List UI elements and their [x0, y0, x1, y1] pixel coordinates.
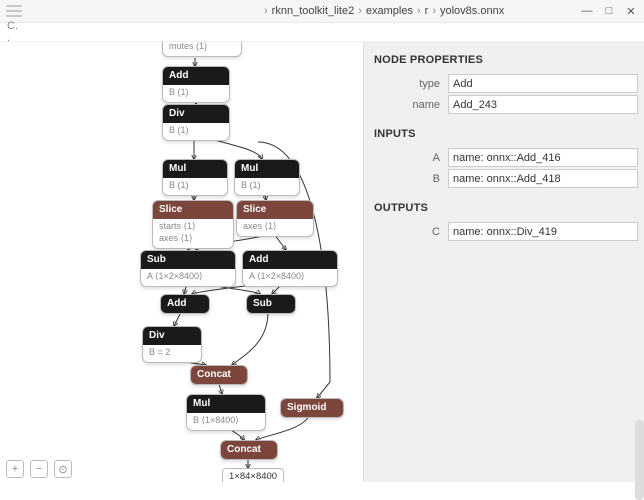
graph-node-div[interactable]: DivB = 2 [142, 326, 202, 363]
graph-node-mul[interactable]: MulB (1) [234, 159, 300, 196]
graph-pane[interactable]: mutes (1)AddB (1)DivB (1)MulB (1)MulB (1… [0, 42, 363, 482]
graph-node-sub[interactable]: SubA ⟨1×2×8400⟩ [140, 250, 236, 287]
output-c-field[interactable] [448, 222, 638, 241]
maximize-button[interactable]: □ [602, 4, 616, 18]
node-detail: B (1) [163, 85, 229, 102]
node-detail: B (1) [163, 123, 229, 140]
section-node-properties: NODE PROPERTIES [364, 50, 644, 72]
input-a-field[interactable] [448, 148, 638, 167]
graph-node-mul[interactable]: MulB (1) [162, 159, 228, 196]
input-slot-label: A [364, 152, 448, 164]
node-title: Sub [141, 251, 235, 269]
chevron-right-icon: › [432, 5, 436, 17]
graph-node-sub[interactable]: Sub [246, 294, 296, 314]
node-title: Sigmoid [281, 399, 343, 417]
zoom-in-button[interactable]: + [6, 460, 24, 478]
title-bar: › rknn_toolkit_lite2 › examples › r › yo… [0, 0, 644, 23]
graph-node-slice[interactable]: Sliceaxes ⟨1⟩ [236, 200, 314, 237]
breadcrumb: › rknn_toolkit_lite2 › examples › r › yo… [260, 5, 572, 17]
output-slot-label: C [364, 226, 448, 238]
properties-panel: NODE PROPERTIES type name INPUTS A B OUT… [363, 42, 644, 482]
zoom-toolbar: + − ⊙ [6, 460, 78, 478]
node-title: Add [163, 67, 229, 85]
fit-button[interactable]: ⊙ [54, 460, 72, 478]
hamburger-icon[interactable] [6, 5, 22, 17]
input-b-field[interactable] [448, 169, 638, 188]
node-detail: B ⟨1×8400⟩ [187, 413, 265, 430]
minimize-button[interactable]: — [580, 4, 594, 18]
node-title: Div [143, 327, 201, 345]
toolbar-left-label[interactable]: C. . [6, 24, 24, 40]
close-button[interactable]: ✕ [624, 4, 638, 18]
node-detail: mutes (1) [163, 42, 241, 56]
node-detail: B (1) [163, 178, 227, 195]
node-title: Sub [247, 295, 295, 313]
chevron-right-icon: › [417, 5, 421, 17]
section-outputs: OUTPUTS [364, 198, 644, 220]
node-detail: B = 2 [143, 345, 201, 362]
node-detail: B (1) [235, 178, 299, 195]
crumb-item[interactable]: rknn_toolkit_lite2 [272, 5, 355, 17]
node-title: Mul [235, 160, 299, 178]
graph-node-sigmoid[interactable]: Sigmoid [280, 398, 344, 418]
crumb-item[interactable]: examples [366, 5, 413, 17]
crumb-item[interactable]: r [425, 5, 429, 17]
node-title: Add [161, 295, 209, 313]
node-title: Div [163, 105, 229, 123]
node-detail: A ⟨1×2×8400⟩ [141, 269, 235, 286]
node-detail: axes ⟨1⟩ [237, 219, 313, 236]
node-detail: starts ⟨1⟩axes ⟨1⟩ [153, 219, 233, 248]
graph-node-concat[interactable]: Concat [190, 365, 248, 385]
node-title: Concat [221, 441, 277, 459]
input-slot-label: B [364, 173, 448, 185]
graph-node-node[interactable]: mutes (1) [162, 42, 242, 57]
graph-node-add[interactable]: Add [160, 294, 210, 314]
node-detail: A ⟨1×2×8400⟩ [243, 269, 337, 286]
chevron-right-icon: › [264, 5, 268, 17]
graph-node-add[interactable]: AddB (1) [162, 66, 230, 103]
node-title: Mul [187, 395, 265, 413]
chevron-right-icon: › [358, 5, 362, 17]
prop-name-label: name [364, 99, 448, 111]
graph-node-mul[interactable]: MulB ⟨1×8400⟩ [186, 394, 266, 431]
crumb-item[interactable]: yolov8s.onnx [440, 5, 504, 17]
section-inputs: INPUTS [364, 124, 644, 146]
prop-name-field[interactable] [448, 95, 638, 114]
prop-type-field[interactable] [448, 74, 638, 93]
tensor-shape-label: 1×84×8400 [222, 468, 284, 482]
prop-type-label: type [364, 78, 448, 90]
node-title: Add [243, 251, 337, 269]
main: mutes (1)AddB (1)DivB (1)MulB (1)MulB (1… [0, 42, 644, 482]
scrollbar[interactable] [635, 420, 644, 500]
zoom-out-button[interactable]: − [30, 460, 48, 478]
node-title: Slice [153, 201, 233, 219]
toolbar: C. . [0, 23, 644, 42]
graph-node-add[interactable]: AddA ⟨1×2×8400⟩ [242, 250, 338, 287]
node-title: Mul [163, 160, 227, 178]
graph-node-concat[interactable]: Concat [220, 440, 278, 460]
graph-node-div[interactable]: DivB (1) [162, 104, 230, 141]
graph-node-slice[interactable]: Slicestarts ⟨1⟩axes ⟨1⟩ [152, 200, 234, 249]
node-title: Concat [191, 366, 247, 384]
node-title: Slice [237, 201, 313, 219]
